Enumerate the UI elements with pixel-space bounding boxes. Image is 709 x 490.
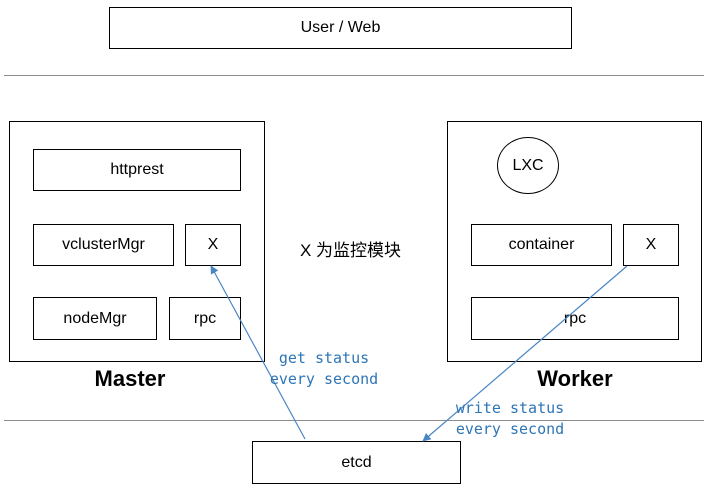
container-box: container: [471, 224, 612, 266]
nodemgr-label: nodeMgr: [63, 309, 127, 327]
worker-title: Worker: [537, 366, 613, 391]
vclustermgr-label: vclusterMgr: [62, 236, 145, 253]
get-status-line1: get status: [278, 349, 370, 367]
lxc-circle: LXC: [497, 137, 559, 194]
user-web-label: User / Web: [300, 19, 381, 36]
worker-rpc-box: rpc: [471, 297, 679, 340]
get-status-note: get status every second: [262, 348, 386, 390]
master-monitor-label: X: [207, 236, 219, 253]
user-web-box: User / Web: [109, 7, 572, 49]
container-label: container: [508, 236, 575, 253]
worker-monitor-label: X: [645, 236, 657, 253]
worker-rpc-label: rpc: [563, 309, 587, 327]
master-rpc-box: rpc: [169, 297, 241, 340]
vclustermgr-box: vclusterMgr: [33, 224, 174, 266]
worker-monitor-box: X: [623, 224, 679, 266]
etcd-label: etcd: [341, 453, 372, 471]
nodemgr-box: nodeMgr: [33, 297, 157, 340]
etcd-box: etcd: [252, 441, 461, 484]
write-status-line2: every second: [455, 420, 565, 438]
master-title: Master: [94, 366, 166, 391]
httprest-box: httprest: [33, 149, 241, 191]
get-status-line2: every second: [269, 370, 379, 388]
master-rpc-label: rpc: [193, 309, 217, 327]
httprest-label: httprest: [110, 161, 164, 178]
bottom-separator-line: [4, 420, 704, 421]
lxc-label: LXC: [512, 156, 544, 174]
top-separator-line: [4, 75, 704, 76]
monitor-legend: X 为监控模块: [300, 241, 402, 260]
write-status-line1: write status: [455, 399, 565, 417]
write-status-note: write status every second: [448, 398, 572, 440]
master-monitor-box: X: [185, 224, 241, 266]
